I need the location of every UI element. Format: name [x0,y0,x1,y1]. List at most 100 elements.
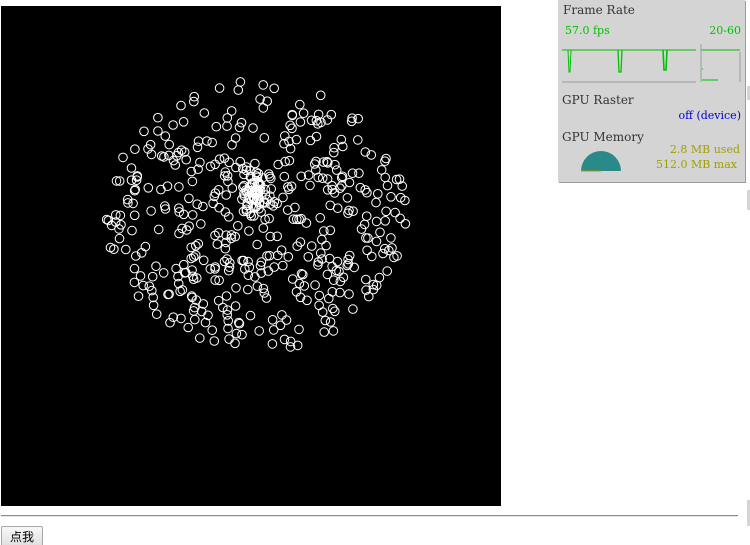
gpu-memory-title: GPU Memory [562,130,644,144]
particle-circle [140,241,151,252]
particle-circle [126,163,137,173]
particle-circle [121,244,131,255]
particle-circle [230,338,240,349]
particle-circle [287,109,298,120]
particle-circle [254,326,265,336]
particle-circle [320,315,331,326]
particle-circle [258,103,269,113]
particle-circle [342,193,353,203]
particle-circle [291,134,302,145]
particle-circle [231,328,242,339]
particle-circle [314,300,324,311]
particle-circle [294,324,304,335]
fps-dip-1 [567,49,572,73]
horizontal-rule [1,515,738,517]
particle-circle [328,303,338,314]
particle-circle [375,227,385,238]
particle-circle [386,192,396,202]
particle-circle [174,228,184,239]
gpu-memory-gauge [581,151,621,172]
particle-circle [283,252,294,262]
particle-circle [305,180,315,191]
particle-circle [268,325,279,335]
particle-circle [361,274,371,285]
particle-circle [212,239,223,249]
particle-circle [285,120,295,131]
particle-circle [281,315,292,325]
particle-circle [261,293,272,303]
particle-circle [207,325,217,336]
particle-circle [183,322,193,333]
particle-circle [390,207,400,218]
particle-circle [135,271,146,281]
particle-circle [209,336,220,346]
particle-circle [153,126,163,136]
particle-circle [328,326,339,336]
drawing-canvas[interactable] [1,6,501,506]
particle-circle [221,190,231,200]
circles-layer [101,77,411,352]
particle-circle [221,291,232,301]
particle-circle [267,315,278,325]
particle-circle [301,218,312,228]
particle-circle [248,123,258,133]
particle-circle [214,202,224,213]
particle-circle [151,261,161,272]
particle-circle [233,221,243,231]
particle-circle [382,180,393,191]
particle-circle [376,165,387,175]
particle-circle [245,310,256,321]
particle-circle [243,284,253,295]
particle-circle [324,293,334,304]
particle-circle [230,301,241,311]
particle-circle [325,225,336,236]
particle-circle [361,211,372,221]
particle-circle [252,239,263,250]
particle-circle [395,213,405,224]
particle-circle [303,252,314,262]
particle-circle [210,262,220,272]
particle-circle [162,181,173,191]
particle-circle [193,136,204,146]
frame-rate-graph [562,44,741,83]
particle-circle [322,269,333,280]
particle-circle [294,278,305,289]
particle-circle [187,176,198,187]
particle-circle [269,262,280,272]
particle-circle [133,291,144,302]
click-me-button[interactable]: 点我 [1,526,43,545]
particle-circle [186,242,196,253]
particle-circle [367,251,377,262]
particle-circle [174,182,184,192]
particle-circle [306,241,317,251]
particle-circle [330,306,340,317]
particle-circle [127,225,137,236]
particle-circle [129,210,140,221]
particle-circle [316,248,326,258]
particle-circle [315,213,326,223]
particle-circle [321,240,331,251]
gpu-memory-used: 2.8 MB used [669,143,740,156]
particle-circle [158,268,169,278]
particle-circle [178,117,189,127]
particle-circle [192,142,203,153]
particle-circle [382,266,393,276]
particle-circle [287,123,297,134]
particle-circle [147,271,158,282]
particle-circle [348,304,358,314]
particle-circle [279,334,290,345]
particle-circle [153,112,163,123]
particle-circle [143,183,154,193]
particle-circle [363,233,373,243]
particle-circle [354,168,364,178]
particle-circle [332,203,343,213]
particle-circle [381,206,391,217]
particle-circle [198,201,208,212]
particle-circle [214,83,225,93]
particle-circle [153,224,164,235]
particle-circle [361,233,371,243]
particle-circle [233,85,244,95]
particle-circle [222,113,233,123]
particle-circle [146,206,156,216]
particle-circle [200,317,211,328]
